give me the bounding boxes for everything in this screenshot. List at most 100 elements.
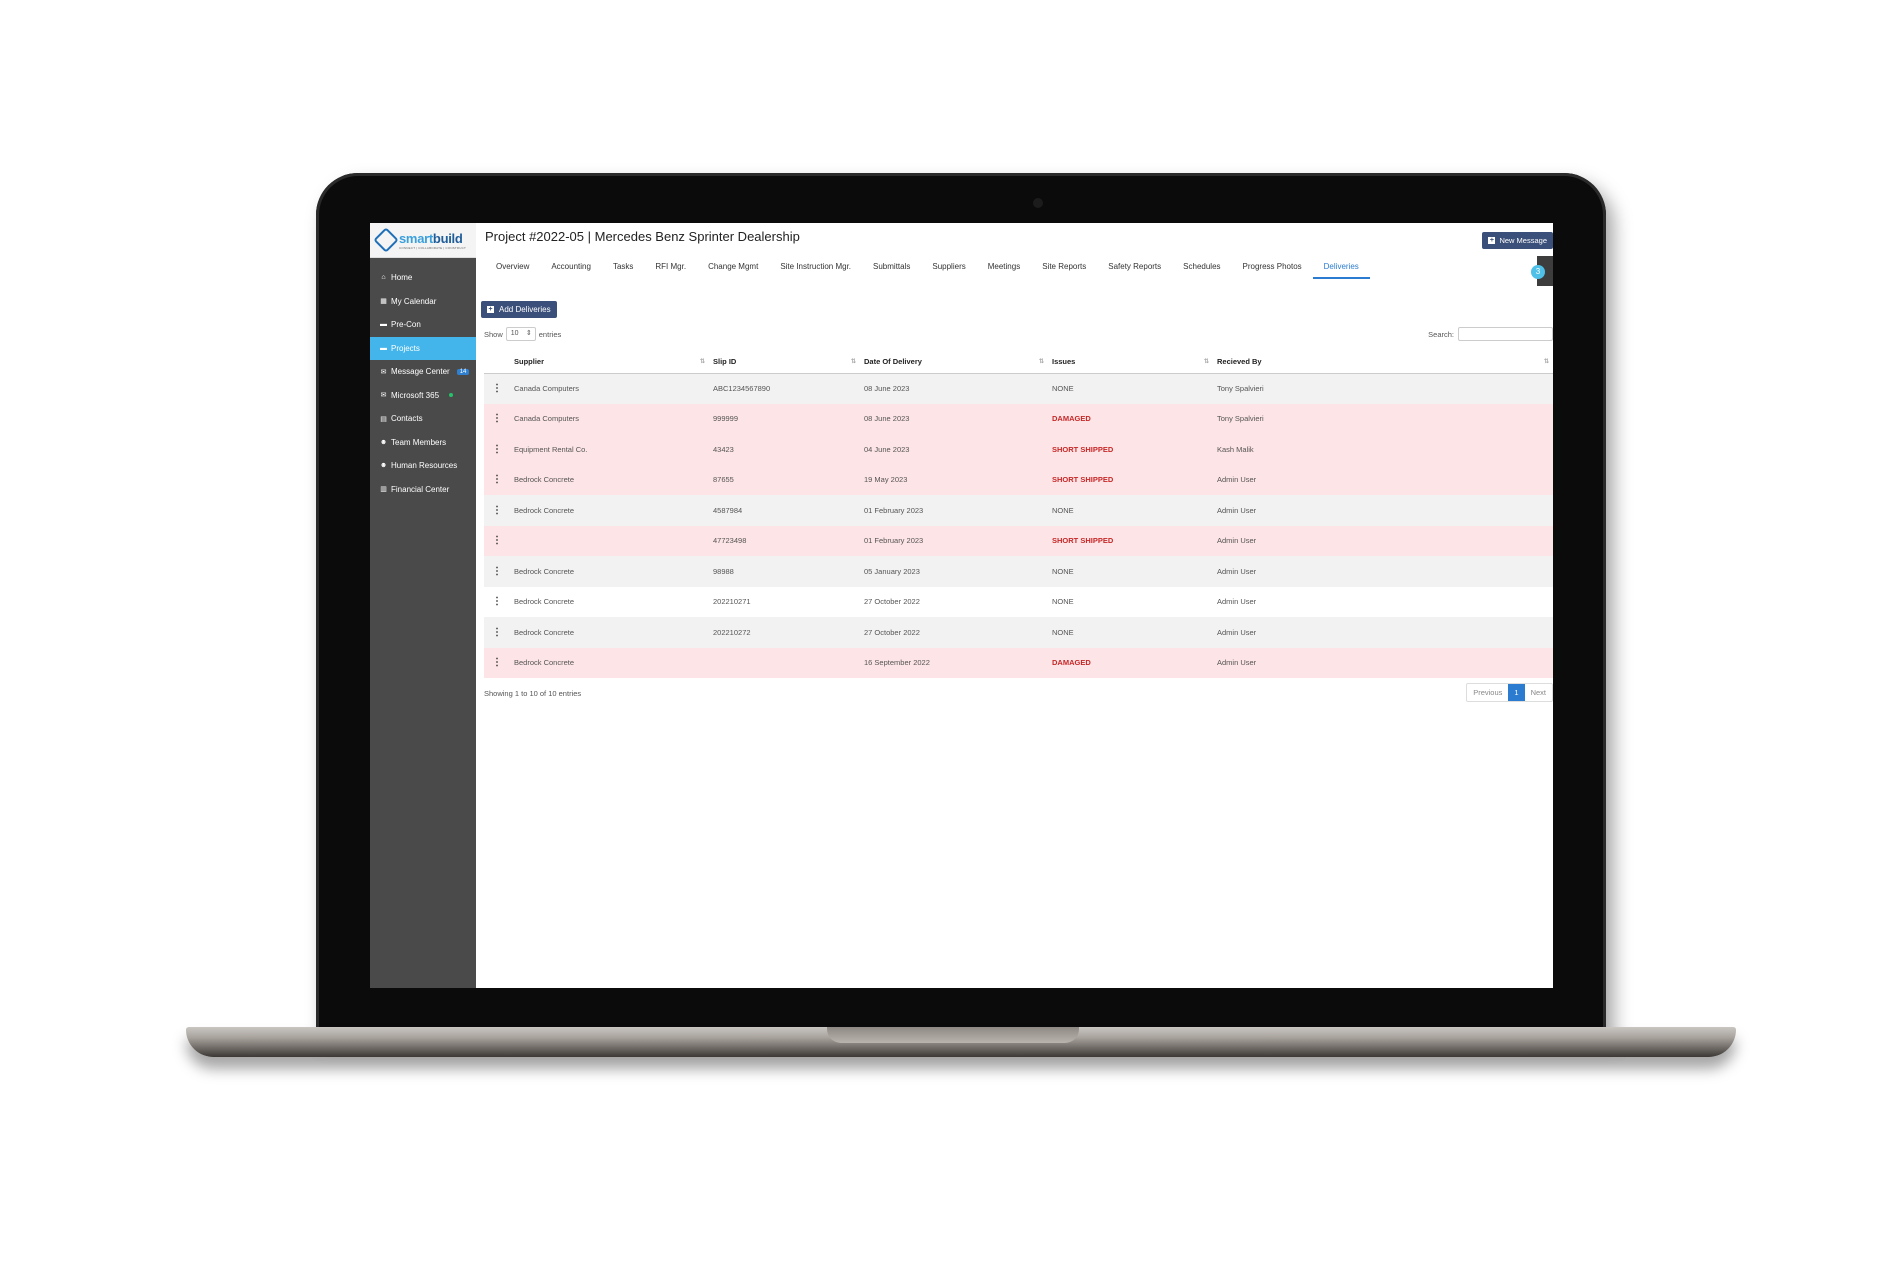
issues-cell: SHORT SHIPPED — [1048, 464, 1213, 495]
column-header-received-by[interactable]: Recieved By ⇅ — [1213, 351, 1553, 374]
folder-icon: ▬ — [380, 321, 387, 329]
table-row[interactable]: ⋮ Bedrock Concrete 16 September 2022 DAMAGE… — [484, 647, 1553, 678]
laptop-notch — [827, 1027, 1079, 1043]
received-by-cell: Admin User — [1213, 556, 1553, 587]
new-message-button[interactable]: + New Message — [1482, 232, 1553, 249]
table-row[interactable]: ⋮ Bedrock Concrete 4587984 01 February 2023… — [484, 495, 1553, 526]
sidebar-item-label: Projects — [391, 343, 420, 353]
tab-schedules[interactable]: Schedules — [1172, 255, 1231, 279]
tab-overview[interactable]: Overview — [485, 255, 540, 279]
next-button[interactable]: Next — [1525, 684, 1552, 701]
column-header-slip-id[interactable]: Slip ID ⇅ — [709, 351, 860, 374]
deliveries-table: Supplier ⇅ Slip ID ⇅ Date Of Delivery ⇅ Iss… — [484, 351, 1553, 678]
row-menu-icon[interactable]: ⋮ — [484, 647, 510, 678]
sidebar-item-home[interactable]: ⌂ Home — [370, 266, 476, 290]
row-menu-icon[interactable]: ⋮ — [484, 373, 510, 404]
row-menu-icon[interactable]: ⋮ — [484, 556, 510, 587]
sidebar-item-pre-con[interactable]: ▬ Pre-Con — [370, 313, 476, 337]
table-header-row: Supplier ⇅ Slip ID ⇅ Date Of Delivery ⇅ Iss… — [484, 351, 1553, 374]
tab-tasks[interactable]: Tasks — [602, 255, 644, 279]
column-header-supplier[interactable]: Supplier ⇅ — [510, 351, 709, 374]
row-menu-icon[interactable]: ⋮ — [484, 495, 510, 526]
sidebar-item-financial-center[interactable]: ▥ Financial Center — [370, 478, 476, 502]
tab-safety-reports[interactable]: Safety Reports — [1097, 255, 1172, 279]
table-row[interactable]: ⋮ Bedrock Concrete 87655 19 May 2023 SHORT S… — [484, 464, 1553, 495]
tab-site-reports[interactable]: Site Reports — [1031, 255, 1097, 279]
tab-site-instruction-mgr[interactable]: Site Instruction Mgr. — [769, 255, 862, 279]
row-menu-icon[interactable]: ⋮ — [484, 617, 510, 648]
slip-id-cell: 98988 — [709, 556, 860, 587]
column-header-issues[interactable]: Issues ⇅ — [1048, 351, 1213, 374]
sidebar-item-label: Home — [391, 273, 413, 283]
supplier-cell: Bedrock Concrete — [510, 617, 709, 648]
pagination: Previous 1 Next — [1466, 683, 1553, 702]
sidebar-item-projects[interactable]: ▬ Projects — [370, 336, 476, 360]
logo-name-b: build — [432, 230, 463, 246]
tab-submittals[interactable]: Submittals — [862, 255, 921, 279]
tab-change-mgmt[interactable]: Change Mgmt — [697, 255, 769, 279]
tab-progress-photos[interactable]: Progress Photos — [1232, 255, 1313, 279]
sidebar-item-contacts[interactable]: ▤ Contacts — [370, 407, 476, 431]
issues-cell: DAMAGED — [1048, 647, 1213, 678]
tab-accounting[interactable]: Accounting — [540, 255, 602, 279]
document-icon: ▥ — [380, 486, 387, 494]
row-menu-icon[interactable]: ⋮ — [484, 525, 510, 556]
page-button-1[interactable]: 1 — [1508, 684, 1525, 701]
tab-suppliers[interactable]: Suppliers — [921, 255, 976, 279]
sidebar-item-microsoft-365[interactable]: ✉ Microsoft 365 — [370, 384, 476, 408]
calendar-icon: ▦ — [380, 298, 387, 306]
row-menu-icon[interactable]: ⋮ — [484, 586, 510, 617]
column-label: Issues — [1052, 357, 1076, 367]
row-menu-icon[interactable]: ⋮ — [484, 464, 510, 495]
sidebar-item-human-resources[interactable]: ☻ Human Resources — [370, 454, 476, 478]
add-deliveries-button[interactable]: + Add Deliveries — [481, 301, 557, 318]
sidebar-item-label: Team Members — [391, 437, 447, 447]
column-header-date[interactable]: Date Of Delivery ⇅ — [860, 351, 1048, 374]
tab-deliveries[interactable]: Deliveries — [1312, 255, 1370, 279]
row-menu-icon[interactable]: ⋮ — [484, 434, 510, 465]
supplier-cell: Bedrock Concrete — [510, 464, 709, 495]
table-row[interactable]: ⋮ Bedrock Concrete 98988 05 January 2023 NON… — [484, 556, 1553, 587]
received-by-cell: Tony Spalvieri — [1213, 403, 1553, 434]
table-row[interactable]: ⋮ Equipment Rental Co. 43423 04 June 2023 SH… — [484, 434, 1553, 465]
received-by-cell: Admin User — [1213, 586, 1553, 617]
table-row[interactable]: ⋮ Canada Computers ABC1234567890 08 June 20… — [484, 373, 1553, 404]
table-row[interactable]: ⋮ 47723498 01 February 2023 SHORT SHIPPED Ad… — [484, 525, 1553, 556]
search-input[interactable] — [1458, 327, 1553, 341]
sort-icon: ⇅ — [1038, 359, 1044, 365]
issues-cell: NONE — [1048, 495, 1213, 526]
delivery-date-cell: 16 September 2022 — [860, 647, 1048, 678]
message-count-badge: 14 — [456, 368, 470, 375]
slip-id-cell: 43423 — [709, 434, 860, 465]
new-message-label: New Message — [1499, 236, 1547, 245]
tab-rfi-mgr[interactable]: RFI Mgr. — [644, 255, 697, 279]
sidebar-item-my-calendar[interactable]: ▦ My Calendar — [370, 290, 476, 314]
sidebar-item-message-center[interactable]: ✉ Message Center 14 — [370, 360, 476, 384]
delivery-date-cell: 08 June 2023 — [860, 373, 1048, 404]
tab-meetings[interactable]: Meetings — [977, 255, 1031, 279]
sidebar-nav: ⌂ Home ▦ My Calendar ▬ Pre-Con ▬ Projects ✉ Messa… — [370, 266, 476, 501]
previous-button[interactable]: Previous — [1467, 684, 1508, 701]
row-menu-icon[interactable]: ⋮ — [484, 403, 510, 434]
supplier-cell: Bedrock Concrete — [510, 586, 709, 617]
slip-id-cell: ABC1234567890 — [709, 373, 860, 404]
entries-label: entries — [538, 329, 562, 339]
slip-id-cell: 87655 — [709, 464, 860, 495]
supplier-cell: Bedrock Concrete — [510, 495, 709, 526]
sidebar-item-label: Pre-Con — [391, 320, 421, 330]
notification-count[interactable]: 3 — [1531, 265, 1545, 279]
plus-icon: + — [1488, 237, 1496, 244]
logo-name-a: smart — [399, 230, 433, 246]
sidebar-item-team-members[interactable]: ☻ Team Members — [370, 431, 476, 455]
page-size-select[interactable]: 10 ⇕ — [505, 327, 536, 341]
table-row[interactable]: ⋮ Bedrock Concrete 202210272 27 October 202… — [484, 617, 1553, 648]
logo-tagline: CONNECT | COLLABORATE | CONSTRUCT — [399, 245, 467, 250]
received-by-cell: Admin User — [1213, 647, 1553, 678]
table-row[interactable]: ⋮ Canada Computers 999999 08 June 2023 DAMAG… — [484, 403, 1553, 434]
column-label: Date Of Delivery — [864, 357, 922, 367]
table-row[interactable]: ⋮ Bedrock Concrete 202210271 27 October 202… — [484, 586, 1553, 617]
logo[interactable]: smartbuild CONNECT | COLLABORATE | CONST… — [370, 223, 476, 258]
table-body: ⋮ Canada Computers ABC1234567890 08 June 20… — [484, 373, 1553, 678]
slip-id-cell: 4587984 — [709, 495, 860, 526]
supplier-cell: Equipment Rental Co. — [510, 434, 709, 465]
